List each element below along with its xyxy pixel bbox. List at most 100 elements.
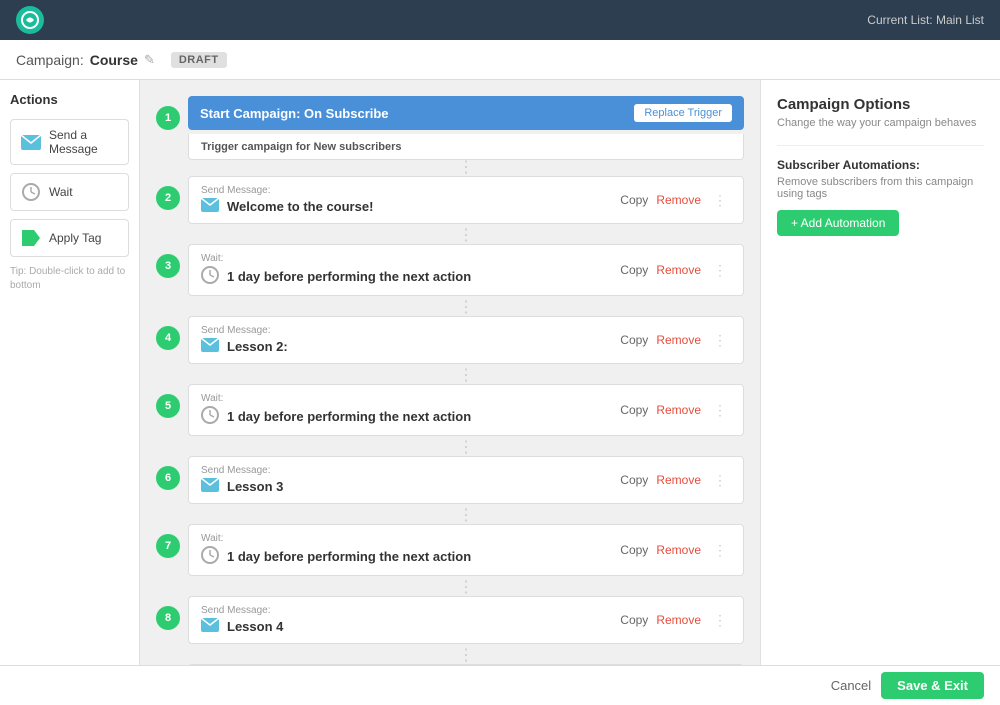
- step-3-card: Wait: 1 day before performing the next ac…: [188, 244, 744, 296]
- step-5-remove-button[interactable]: Remove: [656, 403, 701, 417]
- step-2-wrapper: 2 Send Message:Welcome to the course!Copy…: [156, 176, 744, 228]
- step-2-number: 2: [156, 186, 180, 210]
- tag-icon: [21, 228, 41, 248]
- step-3-label: Wait:: [201, 253, 471, 264]
- sidebar-item-apply-tag[interactable]: Apply Tag: [10, 219, 129, 257]
- main-layout: Actions Send a Message Wait: [0, 80, 1000, 665]
- step-divider: ⋮: [188, 440, 744, 456]
- step-divider: ⋮: [188, 228, 744, 244]
- sidebar-send-message-label: Send a Message: [49, 128, 118, 156]
- step-8-wrapper: 8Send Message:Lesson 4CopyRemove⋮: [156, 596, 744, 648]
- step-6-label: Send Message:: [201, 465, 283, 476]
- step-6-title: Lesson 3: [227, 479, 283, 494]
- cancel-button[interactable]: Cancel: [831, 678, 871, 693]
- wait-icon: [201, 406, 219, 427]
- step-8-more-button[interactable]: ⋮: [709, 612, 731, 629]
- step-2-label: Send Message:: [201, 185, 373, 196]
- start-campaign-title: Start Campaign: On Subscribe: [200, 106, 389, 121]
- sidebar-item-send-message[interactable]: Send a Message: [10, 119, 129, 165]
- campaign-name: Course: [90, 52, 138, 68]
- step-divider: ⋮: [188, 160, 744, 176]
- step-4-title: Lesson 2:: [227, 339, 288, 354]
- step-7-remove-button[interactable]: Remove: [656, 543, 701, 557]
- campaign-title: Campaign: Course ✎: [16, 52, 155, 68]
- step-3-more-button[interactable]: ⋮: [709, 262, 731, 279]
- step-7-more-button[interactable]: ⋮: [709, 542, 731, 559]
- sidebar-apply-tag-label: Apply Tag: [49, 231, 101, 245]
- step-1-number: 1: [156, 106, 180, 130]
- wait-icon: [201, 266, 219, 287]
- step-4-wrapper: 4 Send Message: Lesson 2: Copy Remove ⋮: [156, 316, 744, 368]
- current-list-label: Current List: Main List: [867, 13, 984, 27]
- steps-container: ⋮ 2 Send Message:Welcome to the course!Cop…: [156, 160, 744, 665]
- step-5-wrapper: 5 Wait: 1 day before performing the next a…: [156, 384, 744, 440]
- wait-icon: [201, 546, 219, 567]
- step-7-title: 1 day before performing the next action: [227, 549, 471, 564]
- step-5-more-button[interactable]: ⋮: [709, 402, 731, 419]
- bottom-bar: Cancel Save & Exit: [0, 665, 1000, 705]
- campaign-header: Campaign: Course ✎ DRAFT: [0, 40, 1000, 80]
- campaign-prefix: Campaign:: [16, 52, 84, 68]
- replace-trigger-button[interactable]: Replace Trigger: [634, 104, 732, 122]
- step-5-copy-button[interactable]: Copy: [620, 403, 648, 417]
- step-4-remove-button[interactable]: Remove: [656, 333, 701, 347]
- add-automation-button[interactable]: + Add Automation: [777, 210, 899, 236]
- step-8-remove-button[interactable]: Remove: [656, 613, 701, 627]
- step-7-wrapper: 7Wait:1 day before performing the next a…: [156, 524, 744, 580]
- step-8-card: Send Message:Lesson 4CopyRemove⋮: [188, 596, 744, 644]
- app-logo: [16, 6, 44, 34]
- step-6-card: Send Message: Lesson 3 Copy Remove ⋮: [188, 456, 744, 504]
- sidebar-item-wait[interactable]: Wait: [10, 173, 129, 211]
- step-2-remove-button[interactable]: Remove: [656, 193, 701, 207]
- sidebar-title: Actions: [10, 92, 129, 107]
- step-divider: ⋮: [188, 580, 744, 596]
- step-2-card: Send Message:Welcome to the course!CopyR…: [188, 176, 744, 224]
- step-6-more-button[interactable]: ⋮: [709, 472, 731, 489]
- step-8-copy-button[interactable]: Copy: [620, 613, 648, 627]
- step-3-remove-button[interactable]: Remove: [656, 263, 701, 277]
- step-8-number: 8: [156, 606, 180, 630]
- step-4-label: Send Message:: [201, 325, 288, 336]
- message-icon: [201, 478, 219, 495]
- message-icon: [201, 338, 219, 355]
- step-divider: ⋮: [188, 508, 744, 524]
- step-5-label: Wait:: [201, 393, 471, 404]
- step-6-wrapper: 6 Send Message: Lesson 3 Copy Remove ⋮: [156, 456, 744, 508]
- step-5-card: Wait: 1 day before performing the next ac…: [188, 384, 744, 436]
- step-8-label: Send Message:: [201, 605, 283, 616]
- step-4-number: 4: [156, 326, 180, 350]
- draft-badge: DRAFT: [171, 52, 227, 68]
- sidebar-tip: Tip: Double-click to add to bottom: [10, 265, 129, 293]
- step-3-title: 1 day before performing the next action: [227, 269, 471, 284]
- step-4-copy-button[interactable]: Copy: [620, 333, 648, 347]
- step-divider: ⋮: [188, 300, 744, 316]
- trigger-desc-bold: New subscribers: [313, 141, 401, 153]
- panel-section-title: Subscriber Automations:: [777, 158, 984, 172]
- save-exit-button[interactable]: Save & Exit: [881, 672, 984, 699]
- step-5-title: 1 day before performing the next action: [227, 409, 471, 424]
- message-icon: [201, 198, 219, 215]
- panel-subtitle: Change the way your campaign behaves: [777, 117, 984, 129]
- edit-icon[interactable]: ✎: [144, 52, 155, 68]
- step-divider: ⋮: [188, 648, 744, 664]
- message-icon: [201, 618, 219, 635]
- start-campaign-card: Start Campaign: On Subscribe Replace Tri…: [188, 96, 744, 130]
- step-3-copy-button[interactable]: Copy: [620, 263, 648, 277]
- step-6-remove-button[interactable]: Remove: [656, 473, 701, 487]
- step-6-number: 6: [156, 466, 180, 490]
- panel-section-desc: Remove subscribers from this campaign us…: [777, 176, 984, 200]
- panel-title: Campaign Options: [777, 96, 984, 113]
- step-3-number: 3: [156, 254, 180, 278]
- sidebar-wait-label: Wait: [49, 185, 73, 199]
- trigger-description: Trigger campaign for New subscribers: [201, 137, 402, 159]
- step-6-copy-button[interactable]: Copy: [620, 473, 648, 487]
- step-7-copy-button[interactable]: Copy: [620, 543, 648, 557]
- step-7-label: Wait:: [201, 533, 471, 544]
- step-2-copy-button[interactable]: Copy: [620, 193, 648, 207]
- step-2-more-button[interactable]: ⋮: [709, 192, 731, 209]
- step-divider: ⋮: [188, 368, 744, 384]
- step-4-more-button[interactable]: ⋮: [709, 332, 731, 349]
- envelope-icon: [21, 132, 41, 152]
- step-5-number: 5: [156, 394, 180, 418]
- step-1-wrapper: 1 Start Campaign: On Subscribe Replace T…: [156, 96, 744, 160]
